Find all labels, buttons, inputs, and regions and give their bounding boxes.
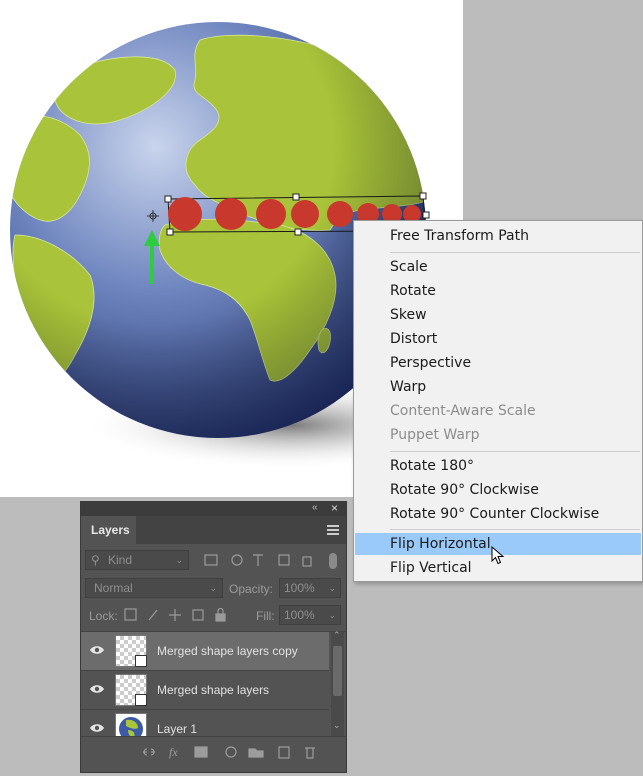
scroll-up-icon[interactable]: ⌃ bbox=[333, 630, 341, 641]
chevron-down-icon: ⌄ bbox=[328, 610, 336, 620]
panel-menu-icon[interactable] bbox=[327, 525, 339, 535]
red-dot bbox=[327, 201, 353, 227]
menu-separator bbox=[390, 529, 640, 530]
close-icon[interactable]: × bbox=[331, 502, 338, 515]
trash-icon[interactable] bbox=[305, 747, 315, 759]
layer-row-merged-copy[interactable]: Merged shape layers copy bbox=[81, 632, 329, 671]
shape-filter-icon[interactable] bbox=[278, 554, 290, 566]
transform-handle-bottom-left[interactable] bbox=[166, 228, 174, 236]
transform-handle-top-right[interactable] bbox=[419, 192, 427, 200]
layer-thumbnail bbox=[115, 674, 147, 706]
collapse-icon[interactable]: « bbox=[312, 502, 318, 513]
tab-layers[interactable]: Layers bbox=[81, 516, 136, 544]
visibility-eye-icon[interactable] bbox=[89, 683, 105, 695]
menu-item-warp[interactable]: Warp bbox=[355, 376, 641, 398]
menu-item-content-aware-scale: Content-Aware Scale bbox=[390, 403, 536, 419]
fill-value: 100% bbox=[284, 608, 315, 622]
scrollbar-thumb[interactable] bbox=[333, 646, 342, 696]
visibility-eye-icon[interactable] bbox=[89, 722, 105, 734]
red-dot bbox=[256, 199, 286, 229]
menu-item-rotate[interactable]: Rotate bbox=[355, 280, 641, 302]
menu-separator bbox=[390, 451, 640, 452]
red-dot bbox=[291, 200, 319, 228]
visibility-eye-icon[interactable] bbox=[89, 644, 105, 656]
mouse-cursor-icon bbox=[491, 546, 505, 565]
lock-transparent-pixels-icon[interactable] bbox=[124, 608, 137, 621]
bottom-icons: fx bbox=[143, 745, 315, 759]
adjustment-filter-icon[interactable] bbox=[231, 554, 243, 566]
adjustment-icon[interactable] bbox=[225, 746, 237, 758]
menu-item-rotate-180[interactable]: Rotate 180° bbox=[355, 455, 641, 477]
panel-top-bar: « × bbox=[81, 502, 346, 516]
layer-name[interactable]: Merged shape layers bbox=[157, 671, 269, 710]
transform-handle-right[interactable] bbox=[422, 211, 430, 219]
lock-shackle-icon bbox=[217, 608, 224, 614]
transform-context-menu: Free Transform Path Scale Rotate Skew Di… bbox=[353, 220, 643, 582]
fill-field[interactable]: 100% ⌄ bbox=[279, 605, 341, 625]
red-dot bbox=[168, 197, 202, 231]
fx-icon[interactable]: fx bbox=[169, 745, 178, 759]
layer-row-merged[interactable]: Merged shape layers bbox=[81, 671, 329, 710]
opacity-field[interactable]: 100% ⌄ bbox=[279, 578, 341, 598]
layers-panel: « × Layers ⚲ Kind ⌄ Normal ⌄ Opacity: 10… bbox=[80, 501, 347, 773]
chevron-down-icon: ⌄ bbox=[209, 583, 217, 593]
shape-layer-badge-icon bbox=[135, 655, 147, 667]
chevron-down-icon: ⌄ bbox=[175, 555, 183, 565]
menu-item-puppet-warp: Puppet Warp bbox=[390, 427, 480, 443]
lock-image-pixels-icon[interactable] bbox=[148, 609, 158, 621]
panel-tab-bar: Layers bbox=[81, 516, 346, 544]
filter-kind-label: Kind bbox=[108, 553, 133, 567]
menu-separator bbox=[390, 252, 640, 253]
lock-artboard-icon[interactable] bbox=[192, 609, 204, 621]
new-layer-icon[interactable] bbox=[278, 746, 290, 759]
menu-item-scale[interactable]: Scale bbox=[355, 256, 641, 278]
transform-handle-top[interactable] bbox=[292, 193, 300, 201]
menu-item-free-transform-path[interactable]: Free Transform Path bbox=[355, 225, 641, 247]
menu-item-skew[interactable]: Skew bbox=[355, 304, 641, 326]
smart-object-filter-icon[interactable] bbox=[302, 556, 312, 567]
filter-toggle[interactable] bbox=[329, 553, 337, 569]
search-icon: ⚲ bbox=[91, 553, 100, 567]
image-filter-icon[interactable] bbox=[204, 554, 218, 566]
link-icon[interactable] bbox=[143, 748, 155, 756]
transform-handle-bottom[interactable] bbox=[294, 228, 302, 236]
lock-position-icon[interactable] bbox=[169, 609, 181, 621]
menu-item-distort[interactable]: Distort bbox=[355, 328, 641, 350]
layer-name[interactable]: Merged shape layers copy bbox=[157, 632, 298, 671]
layers-scrollbar[interactable]: ⌃ ⌄ bbox=[331, 630, 344, 736]
opacity-value: 100% bbox=[284, 581, 315, 595]
menu-item-perspective[interactable]: Perspective bbox=[355, 352, 641, 374]
fill-label: Fill: bbox=[256, 609, 275, 623]
filter-kind-select[interactable]: ⚲ Kind ⌄ bbox=[85, 550, 189, 570]
layers-bottom-toolbar: fx bbox=[81, 736, 346, 767]
type-filter-icon[interactable] bbox=[253, 554, 263, 566]
menu-item-rotate-90-ccw[interactable]: Rotate 90° Counter Clockwise bbox=[355, 503, 641, 525]
mask-icon[interactable] bbox=[194, 746, 208, 758]
red-dot bbox=[215, 198, 247, 230]
filter-icons bbox=[204, 553, 337, 569]
menu-item-rotate-90-cw[interactable]: Rotate 90° Clockwise bbox=[355, 479, 641, 501]
folder-icon[interactable] bbox=[248, 748, 264, 758]
lock-icons bbox=[124, 608, 226, 622]
opacity-label: Opacity: bbox=[229, 582, 274, 596]
blend-mode-label: Normal bbox=[94, 581, 133, 595]
lock-label: Lock: bbox=[89, 609, 118, 623]
chevron-down-icon: ⌄ bbox=[328, 583, 336, 593]
transform-handle-top-left[interactable] bbox=[164, 195, 172, 203]
scroll-down-icon[interactable]: ⌄ bbox=[333, 720, 341, 731]
shape-layer-badge-icon bbox=[135, 694, 147, 706]
lock-all-icon[interactable] bbox=[215, 613, 226, 622]
blend-mode-select[interactable]: Normal ⌄ bbox=[85, 578, 223, 598]
layer-thumbnail bbox=[115, 635, 147, 667]
